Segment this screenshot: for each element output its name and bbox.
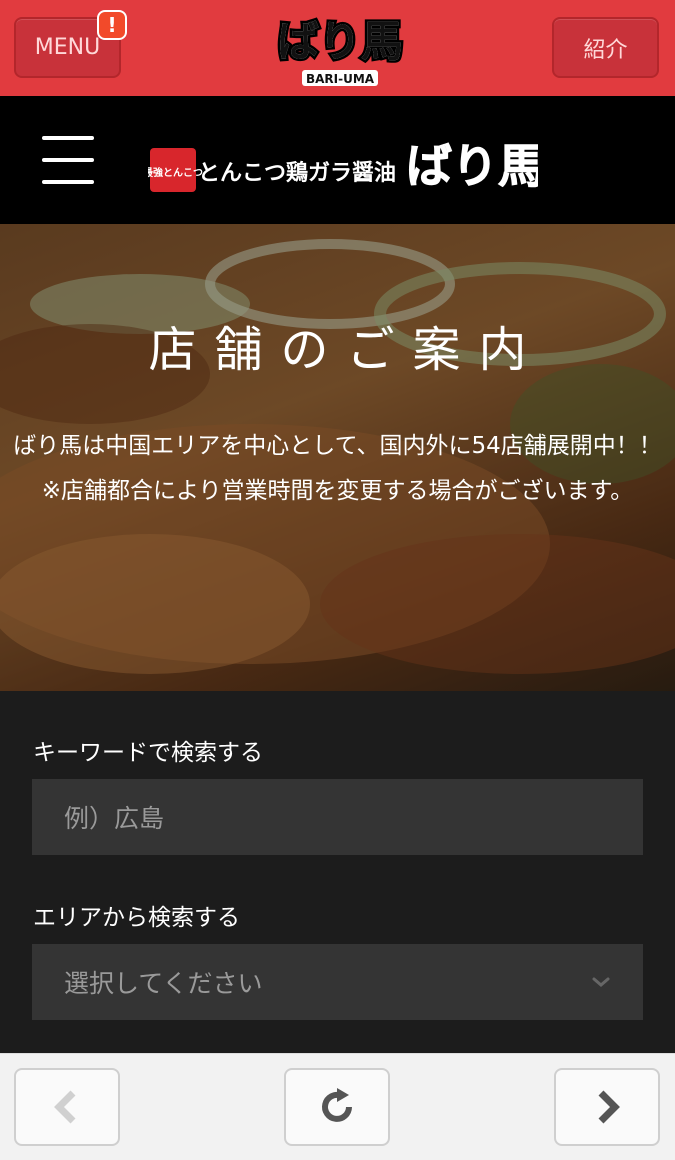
page-title: 店舗のご案内 [148, 322, 545, 378]
chevron-down-icon [592, 977, 610, 987]
keyword-search-label: キーワードで検索する [33, 740, 263, 766]
bari-uma-logo[interactable]: ばり馬 ばり馬 BARI-UMA [270, 6, 410, 90]
chevron-right-icon [598, 1090, 620, 1124]
reload-icon [322, 1088, 352, 1122]
site-header: 最強とんこつ とんこつ鶏ガラ醤油 ばり馬 [0, 96, 675, 224]
logo-name: ばり馬 [406, 139, 538, 193]
logo-mark: ばり馬 [277, 17, 403, 66]
hero-description: ばり馬は中国エリアを中心として、国内外に54店舗展開中！！ ※店舗都合により営業… [10, 424, 665, 514]
back-button[interactable] [14, 1068, 120, 1146]
area-select[interactable]: 選択してください [32, 944, 643, 1020]
site-logo[interactable]: 最強とんこつ とんこつ鶏ガラ醤油 ばり馬 [148, 120, 538, 200]
browser-toolbar [0, 1053, 675, 1160]
area-select-value: 選択してください [64, 969, 263, 998]
store-search-form: キーワードで検索する 例）広島 エリアから検索する 選択してください [0, 691, 675, 1053]
reload-button[interactable] [284, 1068, 390, 1146]
logo-tagline: とんこつ鶏ガラ醤油 [198, 161, 396, 186]
hero-description-line2: ※店舗都合により営業時間を変更する場合がございます。 [41, 478, 634, 504]
logo-tag: 最強とんこつ [148, 166, 203, 179]
forward-button[interactable] [554, 1068, 660, 1146]
keyword-search-input[interactable]: 例）広島 [32, 779, 643, 855]
app-top-bar: MENU ! ばり馬 ばり馬 BARI-UMA 紹介 [0, 0, 675, 96]
chevron-left-icon [54, 1090, 76, 1124]
notification-badge: ! [97, 10, 127, 40]
hamburger-menu-icon[interactable] [42, 136, 94, 186]
intro-button[interactable]: 紹介 [552, 17, 659, 78]
area-search-label: エリアから検索する [33, 905, 240, 931]
hero-banner: 店舗のご案内 ばり馬は中国エリアを中心として、国内外に54店舗展開中！！ ※店舗… [0, 224, 675, 691]
logo-subtitle: BARI-UMA [306, 72, 375, 86]
hero-description-line1: ばり馬は中国エリアを中心として、国内外に54店舗展開中！！ [13, 433, 662, 459]
